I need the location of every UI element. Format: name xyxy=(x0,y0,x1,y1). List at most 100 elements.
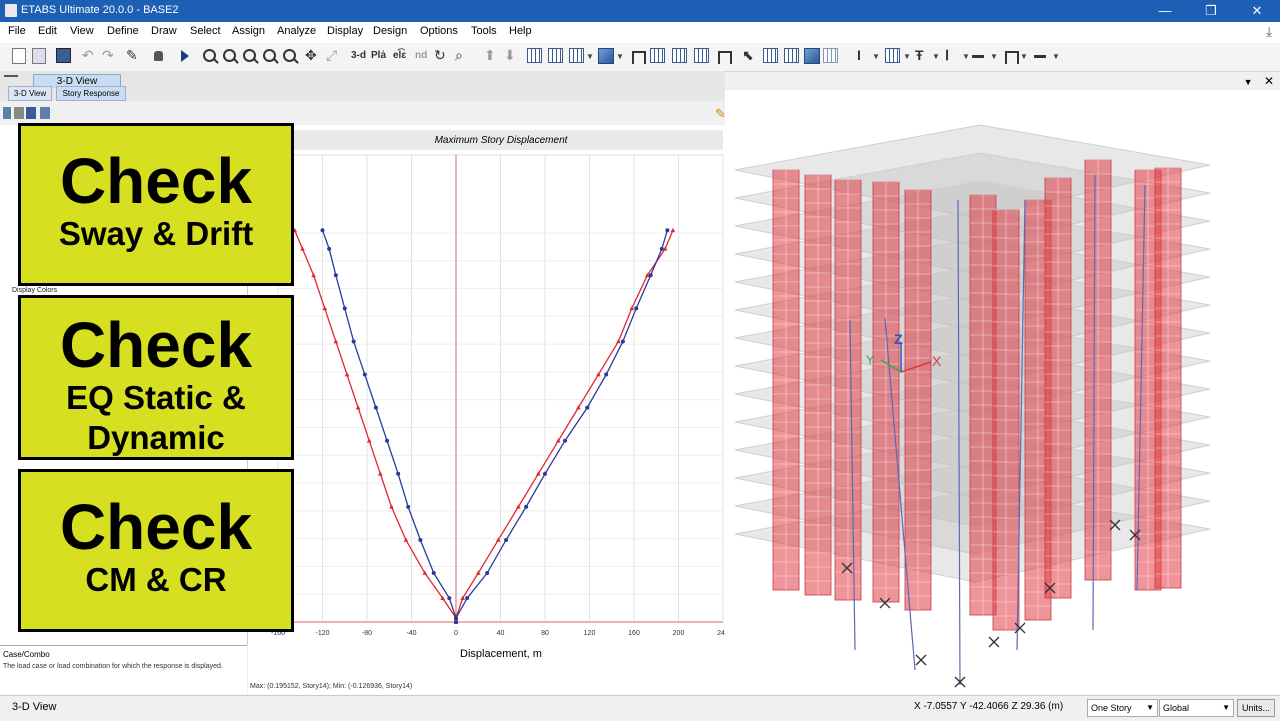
data-point xyxy=(585,405,590,410)
zoom-in-icon[interactable] xyxy=(263,49,276,62)
rubber-band-icon[interactable]: ⤢ xyxy=(326,47,342,63)
menu-help[interactable]: Help xyxy=(509,25,532,37)
spandrel-icon[interactable] xyxy=(972,55,984,58)
rotate-icon[interactable]: ↻ xyxy=(434,47,450,63)
perspective-icon[interactable]: ⌕ xyxy=(455,47,471,63)
nd-view-button[interactable]: nd xyxy=(415,50,427,66)
units-button[interactable]: Units... xyxy=(1237,699,1275,717)
tree-section-display-colors[interactable]: Display Colors xyxy=(12,287,57,294)
pan-icon[interactable]: ✥ xyxy=(305,47,321,63)
save-icon[interactable] xyxy=(56,48,71,63)
chevron-down-icon[interactable]: ▼ xyxy=(872,52,880,68)
chart-options-icon[interactable] xyxy=(40,107,50,119)
menu-select[interactable]: Select xyxy=(190,25,221,37)
pencil-icon[interactable]: ✎ xyxy=(126,47,142,63)
draw-slab-icon[interactable] xyxy=(763,48,778,63)
zoom-out-icon[interactable] xyxy=(283,49,296,62)
x-tick-label: -120 xyxy=(315,630,329,637)
chevron-down-icon[interactable]: ▼ xyxy=(1020,52,1028,68)
data-point xyxy=(351,339,356,344)
view-3d-button[interactable]: 3-d xyxy=(351,50,366,66)
chevron-down-icon[interactable]: ▼ xyxy=(962,52,970,68)
model-3d-view[interactable]: X Z Y xyxy=(725,90,1280,695)
menu-tools[interactable]: Tools xyxy=(471,25,497,37)
chevron-down-icon[interactable]: ▼ xyxy=(932,52,940,68)
draw-wall-icon[interactable] xyxy=(718,51,732,64)
section-icon[interactable]: I xyxy=(857,47,861,63)
data-point xyxy=(362,372,367,377)
maximize-button[interactable]: ❐ xyxy=(1188,0,1234,22)
close-window-button[interactable]: ✕ xyxy=(1234,0,1280,22)
tab-story-response[interactable]: Story Response xyxy=(56,86,126,101)
zoom-full-icon[interactable] xyxy=(243,49,256,62)
menu-edit[interactable]: Edit xyxy=(38,25,57,37)
menu-file[interactable]: File xyxy=(8,25,26,37)
draw-opening-icon[interactable] xyxy=(784,48,799,63)
menu-assign[interactable]: Assign xyxy=(232,25,265,37)
tab-3d-view-small[interactable]: 3-D View xyxy=(8,86,52,101)
checkbox-icon[interactable] xyxy=(548,48,563,63)
chart-title: Maximum Story Displacement xyxy=(435,135,569,146)
minimize-button[interactable]: — xyxy=(1142,0,1188,22)
x-tick-label: 200 xyxy=(673,630,685,637)
chevron-down-icon[interactable]: ▼ xyxy=(990,52,998,68)
download-icon[interactable]: ⤓ xyxy=(1266,24,1272,40)
draw-brace-icon[interactable] xyxy=(694,48,709,63)
chevron-down-icon[interactable]: ▼ xyxy=(903,52,911,68)
open-model-icon[interactable] xyxy=(32,48,46,64)
redo-icon[interactable]: ↷ xyxy=(102,47,118,63)
chevron-down-icon[interactable]: ▼ xyxy=(586,52,594,68)
menu-design[interactable]: Design xyxy=(373,25,407,37)
zoom-restore-icon[interactable] xyxy=(223,49,236,62)
draw-column-icon[interactable] xyxy=(672,48,687,63)
panel-close-icon[interactable]: ✕ xyxy=(1264,74,1274,88)
move-down-icon[interactable]: ⬇ xyxy=(504,47,520,63)
chevron-down-icon[interactable]: ▼ xyxy=(616,52,624,68)
draw-frame-icon[interactable] xyxy=(632,51,646,64)
export-icon[interactable] xyxy=(26,107,36,119)
plan-view-button[interactable]: Plȧ xyxy=(371,50,386,66)
menu-define[interactable]: Define xyxy=(107,25,139,37)
building-3d-model: X Z Y xyxy=(734,124,1211,688)
pier-label-icon[interactable]: Ⅰ xyxy=(945,47,949,63)
support-icon xyxy=(915,654,927,666)
release-icon[interactable]: Ŧ xyxy=(915,47,924,63)
draw-beam-icon[interactable] xyxy=(650,48,665,63)
data-point xyxy=(342,306,347,311)
menu-analyze[interactable]: Analyze xyxy=(277,25,316,37)
chevron-down-icon[interactable]: ▼ xyxy=(1052,52,1060,68)
select-arrow-icon[interactable]: ⬉ xyxy=(742,47,758,63)
new-model-icon[interactable] xyxy=(12,48,26,64)
x-tick-label: 40 xyxy=(497,630,505,637)
coord-select-value: Global xyxy=(1163,703,1190,713)
menu-options[interactable]: Options xyxy=(420,25,458,37)
table-icon[interactable] xyxy=(14,107,24,119)
move-up-icon[interactable]: ⬆ xyxy=(484,47,500,63)
y-axis-label: Y xyxy=(866,353,874,367)
extrude-icon[interactable] xyxy=(598,48,614,64)
undo-icon[interactable]: ↶ xyxy=(82,47,98,63)
menu-display[interactable]: Display xyxy=(327,25,363,37)
data-point xyxy=(373,405,378,410)
draw-area-icon[interactable] xyxy=(804,48,820,64)
print-icon[interactable] xyxy=(3,107,11,119)
diaphragm-icon[interactable] xyxy=(1005,51,1019,64)
frame-section-icon[interactable] xyxy=(885,48,900,63)
lock-icon[interactable] xyxy=(154,51,163,61)
overlay-subtitle: Dynamic xyxy=(87,419,225,456)
run-analysis-icon[interactable] xyxy=(181,50,189,62)
line-weight-icon[interactable] xyxy=(1034,55,1046,58)
coordinate-system-select[interactable]: Global ▼ xyxy=(1159,699,1234,717)
zoom-window-icon[interactable] xyxy=(203,49,216,62)
menu-view[interactable]: View xyxy=(70,25,94,37)
elevation-view-button[interactable]: el͡ɛ xyxy=(393,50,406,66)
panel-menu-icon[interactable] xyxy=(4,75,18,77)
window-title: ETABS Ultimate 20.0.0 - BASE2 xyxy=(21,4,179,16)
draw-link-icon[interactable] xyxy=(823,48,838,63)
story-select[interactable]: One Story ▼ xyxy=(1087,699,1158,717)
x-tick-label: 160 xyxy=(628,630,640,637)
object-shrink-icon[interactable] xyxy=(527,48,542,63)
set-display-icon[interactable] xyxy=(569,48,584,63)
menu-draw[interactable]: Draw xyxy=(151,25,177,37)
panel-dropdown-icon[interactable]: ▼ xyxy=(1244,77,1253,87)
